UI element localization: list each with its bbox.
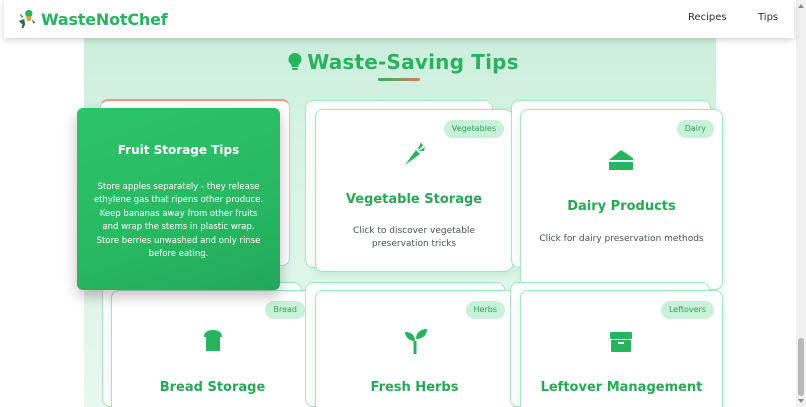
card-herbs[interactable]: Herbs Fresh Herbs [315, 290, 514, 407]
badge-dairy: Dairy [676, 120, 714, 138]
scrollbar-thumb[interactable] [798, 338, 804, 396]
nav-link-recipes[interactable]: Recipes [688, 12, 727, 23]
badge-leftovers: Leftovers [660, 301, 714, 319]
navbar: WasteNotChef Recipes Tips [4, 0, 794, 38]
scroll-down-arrow-icon[interactable] [798, 399, 804, 403]
badge-herbs: Herbs [465, 301, 505, 319]
bread-icon [204, 330, 222, 351]
flip-card-text: Store apples separately - they release e… [93, 182, 264, 260]
card-title-vegetables: Vegetable Storage [345, 192, 483, 207]
section-heading: Waste-Saving Tips [0, 50, 806, 74]
card-title-herbs: Fresh Herbs [370, 380, 459, 395]
card-title-dairy: Dairy Products [567, 199, 676, 214]
flip-card-title: Fruit Storage Tips [117, 143, 240, 157]
card-title-bread: Bread Storage [159, 380, 266, 395]
brand-logo[interactable]: WasteNotChef [16, 8, 168, 30]
box-icon [610, 332, 632, 352]
title-underline [378, 78, 420, 81]
cheese-icon [609, 150, 633, 170]
scroll-up-arrow-icon[interactable] [798, 4, 804, 8]
card-vegetables[interactable]: Vegetables Vegetable Storage Click to di… [315, 109, 513, 272]
badge-bread: Bread [265, 301, 305, 319]
brand-name: WasteNotChef [41, 9, 168, 29]
badge-vegetables: Vegetables [443, 120, 504, 138]
card-dairy[interactable]: Dairy Dairy Products Click for dairy pre… [520, 109, 723, 290]
card-title-leftovers: Leftover Management [540, 380, 703, 395]
section-title: Waste-Saving Tips [307, 50, 519, 74]
card-desc-dairy: Click for dairy preservation methods [539, 234, 704, 244]
nav-link-tips[interactable]: Tips [758, 12, 778, 23]
card-bread[interactable]: Bread Bread Storage [111, 290, 314, 407]
card-leftovers[interactable]: Leftovers Leftover Management [520, 290, 723, 407]
carrot-icon [405, 142, 425, 165]
chef-logo-icon [18, 9, 36, 29]
card-desc-vegetables: Click to discover vegetable preservation… [353, 226, 475, 249]
lightbulb-icon [288, 53, 302, 70]
seedling-icon [405, 329, 427, 354]
card-fruit-flipped[interactable]: Fruit Storage Tips Store apples separate… [77, 108, 280, 290]
